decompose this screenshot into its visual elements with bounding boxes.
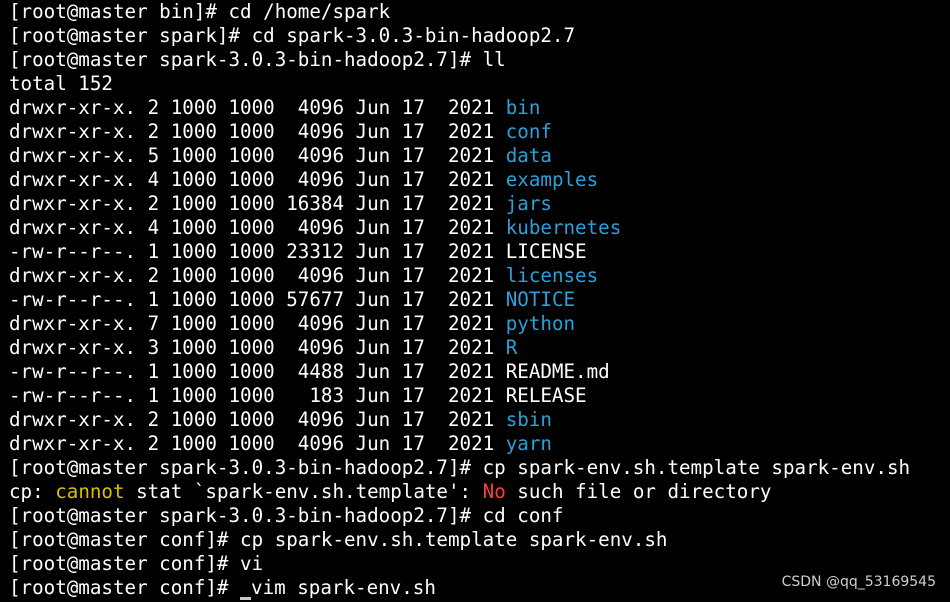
directory-name: bin bbox=[505, 96, 541, 119]
terminal-line: drwxr-xr-x. 3 1000 1000 4096 Jun 17 2021… bbox=[9, 336, 950, 360]
terminal-line: drwxr-xr-x. 2 1000 1000 4096 Jun 17 2021… bbox=[9, 96, 950, 120]
terminal-text: [root@master bin]# cd /home/spark bbox=[9, 0, 391, 23]
highlight-word: cannot bbox=[55, 480, 125, 503]
directory-name: kubernetes bbox=[505, 216, 622, 239]
terminal-text: [root@master conf]# vi bbox=[9, 552, 264, 575]
terminal-line: -rw-r--r--. 1 1000 1000 23312 Jun 17 202… bbox=[9, 240, 950, 264]
terminal-text: [root@master spark]# cd spark-3.0.3-bin-… bbox=[9, 24, 576, 47]
terminal-line: [root@master bin]# cd /home/spark bbox=[9, 0, 950, 24]
terminal-text: total 152 bbox=[9, 72, 113, 95]
terminal-text: drwxr-xr-x. 2 1000 1000 16384 Jun 17 202… bbox=[9, 192, 506, 215]
terminal-text: -rw-r--r--. 1 1000 1000 23312 Jun 17 202… bbox=[9, 240, 587, 263]
terminal-text: drwxr-xr-x. 4 1000 1000 4096 Jun 17 2021 bbox=[9, 216, 506, 239]
terminal-line: [root@master conf]# cp spark-env.sh.temp… bbox=[9, 528, 950, 552]
terminal-text: -rw-r--r--. 1 1000 1000 183 Jun 17 2021 … bbox=[9, 384, 587, 407]
terminal-line: drwxr-xr-x. 2 1000 1000 16384 Jun 17 202… bbox=[9, 192, 950, 216]
terminal-line: drwxr-xr-x. 2 1000 1000 4096 Jun 17 2021… bbox=[9, 432, 950, 456]
directory-name: data bbox=[505, 144, 552, 167]
terminal-line: [root@master spark-3.0.3-bin-hadoop2.7]#… bbox=[9, 456, 950, 480]
terminal-output: [root@master bin]# cd /home/spark [root@m… bbox=[9, 0, 950, 600]
directory-name: NOTICE bbox=[505, 288, 576, 311]
terminal-text: cp: bbox=[9, 480, 56, 503]
directory-name: jars bbox=[505, 192, 552, 215]
terminal-text: [root@master spark-3.0.3-bin-hadoop2.7]#… bbox=[9, 48, 506, 71]
text-cursor bbox=[240, 597, 252, 600]
terminal-text: drwxr-xr-x. 2 1000 1000 4096 Jun 17 2021 bbox=[9, 264, 506, 287]
terminal-text: drwxr-xr-x. 2 1000 1000 4096 Jun 17 2021 bbox=[9, 408, 506, 431]
terminal-text: [root@master spark-3.0.3-bin-hadoop2.7]#… bbox=[9, 456, 911, 479]
terminal-line: drwxr-xr-x. 4 1000 1000 4096 Jun 17 2021… bbox=[9, 216, 950, 240]
directory-name: yarn bbox=[505, 432, 552, 455]
terminal-text: stat `spark-env.sh.template': bbox=[124, 480, 483, 503]
terminal-text: drwxr-xr-x. 2 1000 1000 4096 Jun 17 2021 bbox=[9, 120, 506, 143]
terminal-line: drwxr-xr-x. 5 1000 1000 4096 Jun 17 2021… bbox=[9, 144, 950, 168]
terminal-text: [root@master conf]# bbox=[9, 576, 241, 599]
terminal-text: drwxr-xr-x. 2 1000 1000 4096 Jun 17 2021 bbox=[9, 96, 506, 119]
terminal-line: drwxr-xr-x. 2 1000 1000 4096 Jun 17 2021… bbox=[9, 264, 950, 288]
terminal-text: vim spark-env.sh bbox=[251, 576, 436, 599]
terminal-line: [root@master spark-3.0.3-bin-hadoop2.7]#… bbox=[9, 48, 950, 72]
terminal-text: [root@master conf]# cp spark-env.sh.temp… bbox=[9, 528, 668, 551]
terminal-line: -rw-r--r--. 1 1000 1000 183 Jun 17 2021 … bbox=[9, 384, 950, 408]
directory-name: examples bbox=[505, 168, 599, 191]
terminal-line: cp: cannot stat `spark-env.sh.template':… bbox=[9, 480, 950, 504]
terminal-line: drwxr-xr-x. 7 1000 1000 4096 Jun 17 2021… bbox=[9, 312, 950, 336]
directory-name: sbin bbox=[505, 408, 552, 431]
terminal-text: -rw-r--r--. 1 1000 1000 4488 Jun 17 2021… bbox=[9, 360, 610, 383]
directory-name: R bbox=[505, 336, 518, 359]
terminal-line: -rw-r--r--. 1 1000 1000 57677 Jun 17 202… bbox=[9, 288, 950, 312]
error-word: No bbox=[482, 480, 506, 503]
terminal-text: drwxr-xr-x. 4 1000 1000 4096 Jun 17 2021 bbox=[9, 168, 506, 191]
terminal-line: drwxr-xr-x. 2 1000 1000 4096 Jun 17 2021… bbox=[9, 408, 950, 432]
terminal-text: drwxr-xr-x. 7 1000 1000 4096 Jun 17 2021 bbox=[9, 312, 506, 335]
terminal-text: drwxr-xr-x. 3 1000 1000 4096 Jun 17 2021 bbox=[9, 336, 506, 359]
directory-name: licenses bbox=[505, 264, 599, 287]
terminal-line: drwxr-xr-x. 4 1000 1000 4096 Jun 17 2021… bbox=[9, 168, 950, 192]
terminal-line: [root@master spark]# cd spark-3.0.3-bin-… bbox=[9, 24, 950, 48]
directory-name: python bbox=[505, 312, 576, 335]
terminal-window[interactable]: [root@master bin]# cd /home/spark [root@m… bbox=[0, 0, 950, 602]
terminal-line: [root@master spark-3.0.3-bin-hadoop2.7]#… bbox=[9, 504, 950, 528]
directory-name: conf bbox=[505, 120, 552, 143]
csdn-watermark: CSDN @qq_53169545 bbox=[781, 574, 936, 590]
terminal-text: drwxr-xr-x. 5 1000 1000 4096 Jun 17 2021 bbox=[9, 144, 506, 167]
terminal-text: drwxr-xr-x. 2 1000 1000 4096 Jun 17 2021 bbox=[9, 432, 506, 455]
terminal-line: -rw-r--r--. 1 1000 1000 4488 Jun 17 2021… bbox=[9, 360, 950, 384]
terminal-text: [root@master spark-3.0.3-bin-hadoop2.7]#… bbox=[9, 504, 564, 527]
terminal-text: -rw-r--r--. 1 1000 1000 57677 Jun 17 202… bbox=[9, 288, 506, 311]
terminal-line: total 152 bbox=[9, 72, 950, 96]
terminal-text: such file or directory bbox=[505, 480, 772, 503]
terminal-line: drwxr-xr-x. 2 1000 1000 4096 Jun 17 2021… bbox=[9, 120, 950, 144]
